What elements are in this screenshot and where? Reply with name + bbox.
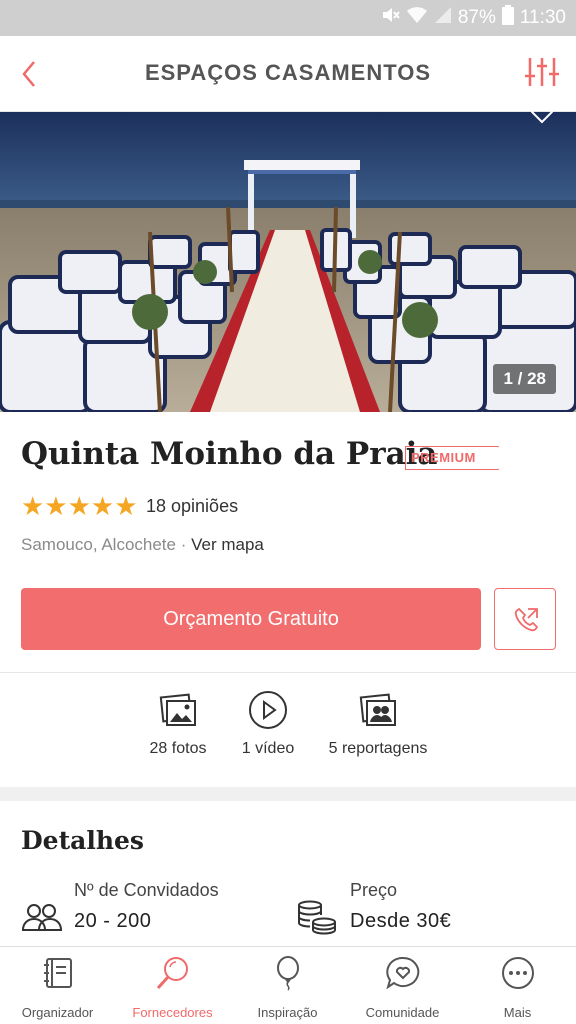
- page-title: ESPAÇOS CASAMENTOS: [144, 60, 432, 85]
- photos-link[interactable]: 28 fotos: [138, 690, 218, 758]
- free-quote-button[interactable]: Orçamento Gratuito: [21, 588, 481, 650]
- people-icon: [21, 900, 63, 936]
- details-heading: Detalhes: [21, 826, 144, 855]
- chat-heart-icon: [385, 955, 421, 991]
- more-icon: [500, 955, 536, 991]
- guests-detail: Nº de Convidados 20 - 200: [21, 880, 261, 940]
- price-label: Preço: [350, 880, 398, 900]
- video-count: 1 vídeo: [241, 740, 295, 757]
- star-rating-icons: ★★★★★: [21, 491, 138, 521]
- location-separator: ·: [175, 535, 192, 554]
- nav-label: Mais: [503, 1005, 532, 1020]
- premium-badge: PREMIUM: [405, 445, 500, 471]
- balloon-icon: [270, 955, 306, 991]
- bottom-navigation: Organizador Fornecedores Inspiração Comu…: [0, 946, 576, 1024]
- nav-label: Organizador: [21, 1005, 94, 1020]
- albums-icon: [358, 690, 398, 730]
- coins-icon: [297, 900, 339, 936]
- view-map-link[interactable]: Ver mapa: [191, 535, 264, 554]
- reports-link[interactable]: 5 reportagens: [318, 690, 438, 758]
- sliders-icon: [525, 58, 559, 86]
- wifi-icon: [406, 6, 428, 30]
- location-text: Samouco, Alcochete: [21, 535, 176, 554]
- battery-icon: [501, 5, 514, 31]
- clock: 11:30: [519, 7, 566, 28]
- guests-label: Nº de Convidados: [74, 880, 219, 900]
- nav-fornecedores[interactable]: Fornecedores: [115, 955, 230, 1020]
- nav-inspiracao[interactable]: Inspiração: [230, 955, 345, 1020]
- signal-icon: [434, 6, 452, 30]
- nav-mais[interactable]: Mais: [460, 955, 575, 1020]
- rating-stars: ★★★★★: [21, 491, 138, 521]
- divider: [0, 672, 576, 673]
- nav-comunidade[interactable]: Comunidade: [345, 955, 460, 1020]
- search-icon: [155, 955, 191, 991]
- price-value: Desde 30€: [350, 910, 452, 932]
- play-icon: [248, 690, 288, 730]
- venue-photo[interactable]: [0, 112, 576, 412]
- app-header: ESPAÇOS CASAMENTOS: [0, 36, 576, 112]
- heart-icon[interactable]: [530, 103, 554, 124]
- video-link[interactable]: 1 vídeo: [228, 690, 308, 758]
- media-row: 28 fotos 1 vídeo 5 reportagens: [0, 690, 576, 770]
- venue-name: Quinta Moinho da Praia: [21, 436, 438, 472]
- status-bar: 87% 11:30: [0, 0, 576, 36]
- reports-count: 5 reportagens: [328, 740, 428, 757]
- battery-percent: 87%: [457, 7, 496, 28]
- section-separator: [0, 787, 576, 801]
- nav-label: Fornecedores: [132, 1005, 213, 1020]
- venue-location: Samouco, Alcochete · Ver mapa: [21, 535, 264, 555]
- nav-organizador[interactable]: Organizador: [0, 955, 115, 1020]
- mute-icon: [380, 5, 400, 31]
- photo-counter: 1 / 28: [493, 364, 556, 394]
- guests-value: 20 - 200: [74, 910, 152, 932]
- call-button[interactable]: [494, 588, 556, 650]
- filter-button[interactable]: [522, 52, 562, 92]
- photos-count: 28 fotos: [149, 740, 207, 757]
- price-detail: Preço Desde 30€: [297, 880, 537, 940]
- phone-icon: [514, 607, 539, 632]
- reviews-link[interactable]: 18 opiniões: [146, 496, 238, 517]
- nav-label: Comunidade: [365, 1005, 440, 1020]
- photos-icon: [158, 690, 198, 730]
- nav-label: Inspiração: [257, 1005, 318, 1020]
- notebook-icon: [40, 955, 76, 991]
